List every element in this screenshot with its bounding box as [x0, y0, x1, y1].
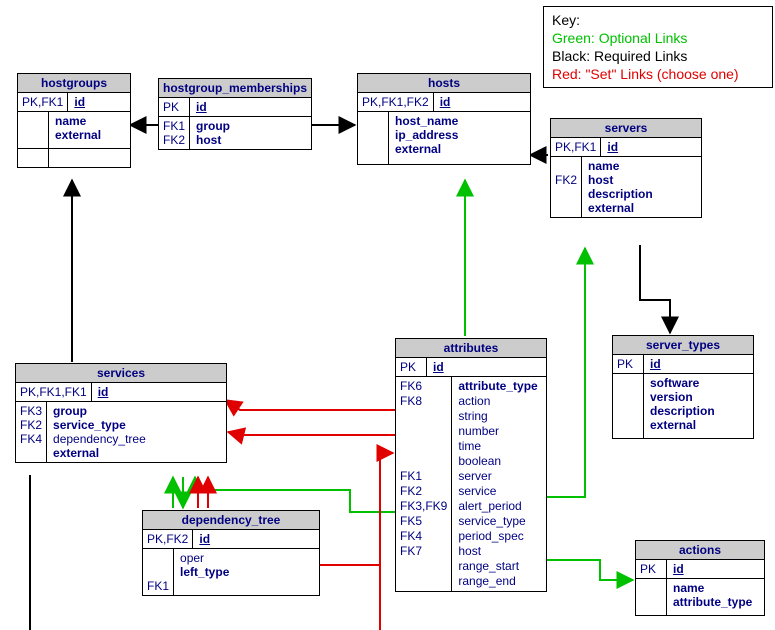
fk-label: FK5 — [400, 514, 447, 529]
entity-hostgroup-memberships: hostgroup_memberships PK id FK1 FK2 grou… — [158, 78, 312, 150]
entity-title: hosts — [358, 74, 530, 93]
fk-label: FK1 — [163, 119, 185, 133]
pk-field: id — [196, 100, 207, 114]
field: period_spec — [458, 529, 537, 544]
entity-title: services — [16, 364, 226, 383]
entity-title: hostgroup_memberships — [159, 79, 311, 98]
entity-servers: servers PK,FK1 id FK2 name host descript… — [550, 118, 702, 218]
entity-title: servers — [551, 119, 701, 138]
fk-label: FK1 — [400, 469, 447, 484]
field: external — [650, 418, 715, 432]
field: left_type — [180, 565, 229, 579]
field: name — [673, 581, 752, 595]
pk-label: PK,FK2 — [143, 530, 193, 548]
field: oper — [180, 551, 229, 565]
legend-heading: Key: — [552, 11, 764, 29]
pk-label: PK,FK1,FK1 — [16, 383, 92, 401]
field: attribute_type — [458, 379, 537, 394]
field: name — [588, 159, 653, 173]
pk-field: id — [433, 360, 444, 374]
entity-services: services PK,FK1,FK1 id FK3 FK2 FK4 group… — [15, 363, 227, 463]
field: host — [458, 544, 537, 559]
legend-black: Black: Required Links — [552, 47, 764, 65]
pk-field: id — [98, 385, 109, 399]
entity-title: attributes — [396, 339, 546, 358]
field: group — [196, 119, 236, 133]
field: string — [458, 409, 537, 424]
pk-field: id — [607, 140, 618, 154]
field: host_name — [395, 114, 458, 128]
pk-field: id — [199, 532, 210, 546]
pk-field: id — [650, 357, 661, 371]
field: alert_period — [458, 499, 537, 514]
fk-label: FK3 — [20, 404, 42, 418]
field: range_start — [458, 559, 537, 574]
field: host — [196, 133, 236, 147]
pk-label: PK — [613, 355, 644, 373]
field: dependency_tree — [53, 432, 146, 446]
legend-key: Key: Green: Optional Links Black: Requir… — [543, 6, 773, 88]
pk-label: PK,FK1,FK2 — [358, 93, 434, 111]
field: description — [650, 404, 715, 418]
fk-label: FK2 — [400, 484, 447, 499]
pk-label: PK — [396, 358, 427, 376]
fk-label: FK2 — [555, 173, 577, 187]
pk-field: id — [74, 95, 85, 109]
pk-label: PK,FK1 — [18, 93, 68, 111]
fk-label: FK3,FK9 — [400, 499, 447, 514]
field: number — [458, 424, 537, 439]
fk-label: FK7 — [400, 544, 447, 559]
entity-dependency-tree: dependency_tree PK,FK2 id FK1 oper left_… — [142, 510, 320, 596]
entity-title: hostgroups — [18, 74, 130, 93]
pk-field: id — [673, 562, 684, 576]
fk-label: FK4 — [20, 432, 42, 446]
field: attribute_type — [673, 595, 752, 609]
entity-hostgroups: hostgroups PK,FK1 id name external — [17, 73, 131, 168]
field: host — [588, 173, 653, 187]
field: version — [650, 390, 715, 404]
fk-label: FK8 — [400, 394, 447, 409]
entity-actions: actions PK id name attribute_type — [635, 540, 765, 616]
field: service_type — [458, 514, 537, 529]
field: description — [588, 187, 653, 201]
field: server — [458, 469, 537, 484]
pk-label: PK,FK1 — [551, 138, 601, 156]
fk-label: FK2 — [163, 133, 185, 147]
pk-label: PK — [159, 98, 190, 116]
entity-title: server_types — [613, 336, 753, 355]
field: external — [588, 201, 653, 215]
field: ip_address — [395, 128, 458, 142]
pk-field: id — [440, 95, 451, 109]
field: group — [53, 404, 146, 418]
entity-attributes: attributes PK id FK6 FK8 FK1 FK2 FK3,FK9… — [395, 338, 547, 592]
field: external — [395, 142, 458, 156]
fk-label: FK4 — [400, 529, 447, 544]
field: external — [53, 446, 146, 460]
fk-label: FK2 — [20, 418, 42, 432]
field: boolean — [458, 454, 537, 469]
field: software — [650, 376, 715, 390]
entity-hosts: hosts PK,FK1,FK2 id host_name ip_address… — [357, 73, 531, 165]
field: service_type — [53, 418, 146, 432]
field: action — [458, 394, 537, 409]
pk-label: PK — [636, 560, 667, 578]
field: range_end — [458, 574, 537, 589]
field: service — [458, 484, 537, 499]
field: external — [55, 128, 101, 142]
legend-red: Red: "Set" Links (choose one) — [552, 65, 764, 83]
fk-label: FK6 — [400, 379, 447, 394]
field: name — [55, 114, 101, 128]
er-diagram: { "key": { "heading": "Key:", "green": "… — [0, 0, 775, 630]
entity-title: dependency_tree — [143, 511, 319, 530]
fk-label: FK1 — [147, 579, 169, 593]
entity-server-types: server_types PK id software version desc… — [612, 335, 754, 439]
field: time — [458, 439, 537, 454]
entity-title: actions — [636, 541, 764, 560]
legend-green: Green: Optional Links — [552, 29, 764, 47]
